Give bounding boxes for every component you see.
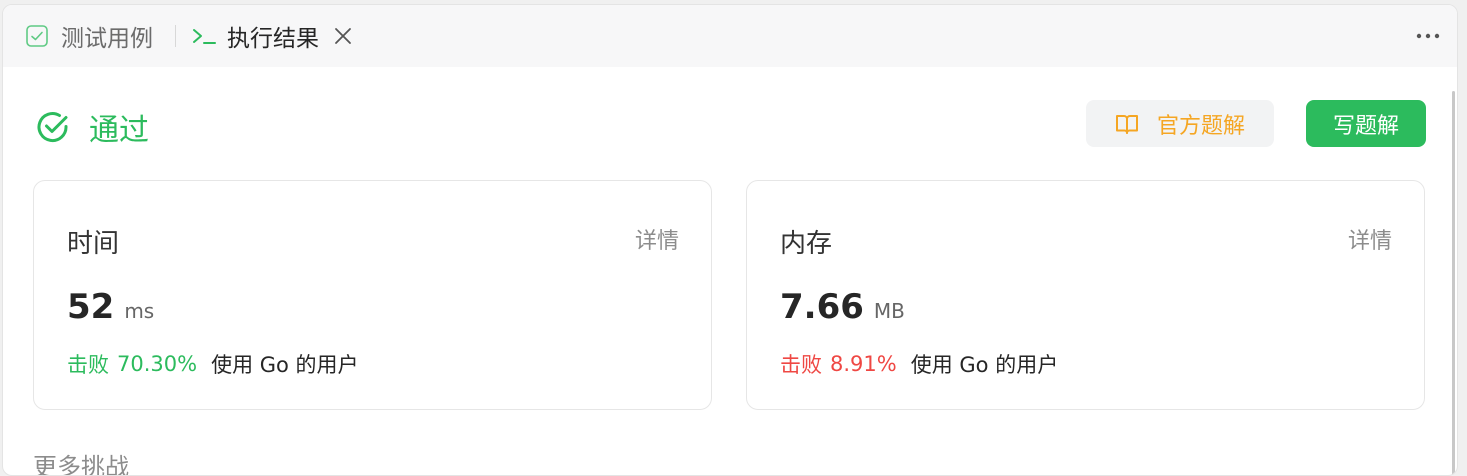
memory-unit: MB bbox=[873, 299, 905, 323]
scrollbar[interactable] bbox=[1452, 91, 1455, 475]
check-circle-icon bbox=[35, 109, 71, 145]
runtime-beat: 击败 70.30% 使用 Go 的用户 bbox=[67, 349, 359, 379]
runtime-beat-percent: 70.30% bbox=[117, 352, 198, 376]
status-label: 通过 bbox=[89, 113, 149, 148]
more-challenges-heading: 更多挑战 bbox=[33, 453, 129, 476]
more-options-button[interactable] bbox=[1413, 21, 1443, 51]
runtime-number: 52 bbox=[67, 287, 115, 327]
memory-beat: 击败 8.91% 使用 Go 的用户 bbox=[780, 349, 1058, 379]
runtime-beat-suffix: 使用 Go 的用户 bbox=[211, 353, 359, 377]
tab-result[interactable]: 执行结果 bbox=[191, 5, 353, 67]
memory-beat-word: 击败 bbox=[780, 353, 822, 377]
checkbox-icon bbox=[25, 24, 49, 48]
status-accepted: 通过 bbox=[35, 105, 149, 149]
tab-testcase[interactable]: 测试用例 bbox=[25, 5, 153, 67]
memory-detail-link[interactable]: 详情 bbox=[1348, 223, 1392, 255]
runtime-value: 52 ms bbox=[67, 287, 154, 327]
memory-card: 内存 详情 7.66 MB 击败 8.91% 使用 Go 的用户 bbox=[746, 180, 1425, 410]
runtime-title: 时间 bbox=[67, 229, 120, 259]
book-icon bbox=[1115, 113, 1157, 135]
official-solution-label: 官方题解 bbox=[1156, 113, 1245, 139]
tab-testcase-label: 测试用例 bbox=[61, 26, 153, 52]
write-solution-label: 写题解 bbox=[1332, 113, 1399, 139]
close-icon[interactable] bbox=[333, 26, 353, 46]
runtime-card: 时间 详情 52 ms 击败 70.30% 使用 Go 的用户 bbox=[33, 180, 712, 410]
result-panel: 测试用例 执行结果 通过 官方题解 写题解 时间 详情 52 ms 击败 70.… bbox=[2, 4, 1458, 476]
runtime-detail-link[interactable]: 详情 bbox=[635, 223, 679, 255]
terminal-icon bbox=[191, 24, 217, 48]
memory-title: 内存 bbox=[780, 229, 833, 259]
tab-result-label: 执行结果 bbox=[227, 26, 319, 52]
official-solution-button[interactable]: 官方题解 bbox=[1086, 100, 1274, 147]
memory-beat-suffix: 使用 Go 的用户 bbox=[910, 353, 1059, 377]
memory-number: 7.66 bbox=[780, 287, 864, 327]
tab-bar: 测试用例 执行结果 bbox=[3, 5, 1457, 67]
more-horizontal-icon bbox=[1416, 33, 1440, 39]
runtime-beat-word: 击败 bbox=[67, 353, 109, 377]
memory-value: 7.66 MB bbox=[780, 287, 905, 327]
write-solution-button[interactable]: 写题解 bbox=[1306, 100, 1426, 147]
tab-divider bbox=[175, 25, 176, 47]
memory-beat-percent: 8.91% bbox=[830, 352, 897, 376]
runtime-unit: ms bbox=[124, 299, 155, 323]
